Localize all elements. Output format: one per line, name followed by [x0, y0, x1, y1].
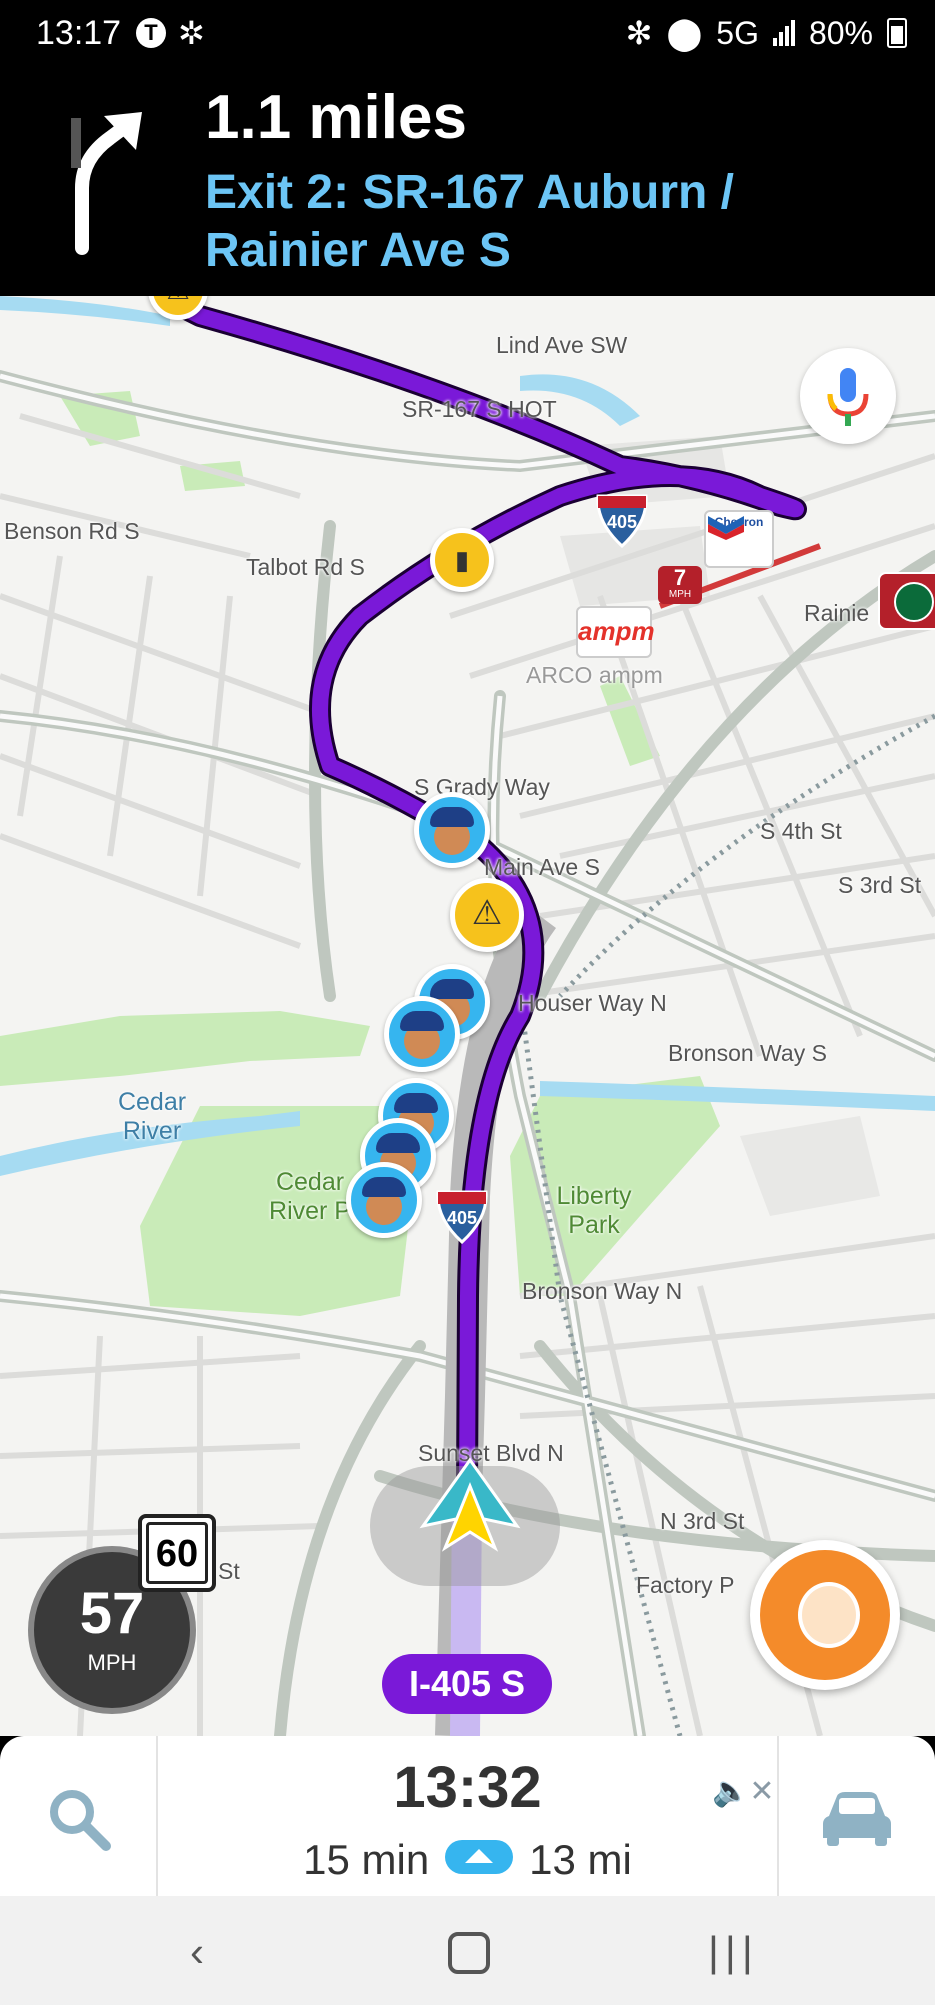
current-road-label: I-405 S	[382, 1654, 552, 1714]
water-label-cedar-river: Cedar River	[117, 1088, 187, 1145]
street-label-n3rd: N 3rd St	[660, 1508, 745, 1534]
instruction-banner[interactable]: 1.1 miles Exit 2: SR-167 Auburn / Rainie…	[0, 72, 935, 296]
signal-icon	[772, 20, 795, 46]
police-report-icon[interactable]	[414, 792, 490, 868]
speed-limit-sign: 60	[138, 1514, 216, 1592]
status-right: ✻ ⬤ 5G 80%	[626, 14, 907, 52]
street-label-bronson-s: Bronson Way S	[668, 1040, 827, 1066]
i405-shield-icon: 405	[596, 494, 648, 548]
trip-distance: 13 mi	[529, 1836, 632, 1883]
home-icon[interactable]	[448, 1932, 490, 1974]
search-button[interactable]	[0, 1736, 158, 1896]
street-label-4th: S 4th St	[760, 818, 842, 844]
speed-trap-value: 7	[673, 565, 687, 590]
bluetooth-icon: ✻	[625, 15, 653, 51]
voice-command-button[interactable]	[800, 348, 896, 444]
report-icon	[798, 1582, 860, 1648]
location-icon: ⬤	[666, 15, 703, 51]
speed-trap-unit: MPH	[668, 589, 692, 600]
battery-icon	[887, 18, 907, 48]
car-icon	[823, 1792, 891, 1846]
current-position-arrow-icon	[419, 1457, 521, 1552]
turn-distance: 1.1 miles	[205, 83, 467, 152]
recents-icon[interactable]: |||	[708, 1928, 759, 1976]
map-view[interactable]: Lind Ave SW SR-167 S HOT Benson Rd S Tal…	[0, 296, 935, 1736]
poi-label-arco: ARCO ampm	[526, 662, 663, 688]
system-navigation-bar: ‹ |||	[0, 1896, 935, 2005]
sound-muted-icon[interactable]: 🔈✕	[712, 1774, 775, 1809]
street-label-talbot: Talbot Rd S	[246, 554, 365, 580]
status-time: 13:17	[36, 14, 122, 52]
i405-shield-number: 405	[607, 512, 637, 532]
fan-icon: ✲	[178, 15, 205, 51]
speed-limit-value: 60	[146, 1522, 208, 1584]
search-icon	[50, 1790, 111, 1851]
trip-summary: 15 min 13 mi	[156, 1836, 779, 1884]
street-label-benson: Benson Rd S	[4, 518, 140, 544]
chevron-pin[interactable]: Chevron	[704, 510, 774, 568]
exit-name: Exit 2: SR-167 Auburn / Rainier Ave S	[205, 166, 734, 277]
police-report-icon[interactable]	[384, 996, 460, 1072]
trip-duration: 15 min	[303, 1836, 430, 1883]
street-label-st: St	[218, 1558, 240, 1584]
speed-unit: MPH	[87, 1650, 137, 1675]
ampm-logo-text: ampm	[578, 616, 655, 646]
trip-panel[interactable]: 13:32 🔈✕ 15 min 13 mi	[0, 1736, 935, 1896]
ampm-pin[interactable]: ampm	[576, 606, 655, 658]
street-label-bronson-n: Bronson Way N	[522, 1278, 683, 1304]
street-label-houser: Houser Way N	[518, 990, 667, 1016]
carrier-icon: T	[136, 18, 166, 48]
i405-shield-icon: 405	[436, 1190, 488, 1244]
speed-trap-sign[interactable]: 7 MPH	[658, 566, 702, 604]
street-label-3rd: S 3rd St	[838, 872, 922, 898]
starbucks-pin[interactable]	[878, 572, 935, 630]
report-button-fill	[760, 1550, 890, 1680]
street-label-lind: Lind Ave SW	[496, 332, 628, 358]
road-closure-report-icon[interactable]: ▮	[430, 528, 494, 592]
battery-percent: 80%	[808, 14, 873, 51]
police-report-icon[interactable]	[346, 1162, 422, 1238]
turn-right-arrow-icon	[71, 112, 142, 255]
microphone-icon	[827, 368, 869, 426]
street-label-main: Main Ave S	[484, 854, 600, 880]
network-label: 5G	[716, 14, 759, 51]
starbucks-logo-icon	[894, 582, 934, 622]
street-label-sr167: SR-167 S HOT	[402, 396, 557, 422]
hazard-report-icon[interactable]: ⚠	[450, 878, 524, 952]
back-icon[interactable]: ‹	[190, 1928, 204, 1976]
arrival-time: 13:32	[393, 1755, 542, 1820]
street-label-rainier: Rainie	[804, 600, 870, 626]
expand-route-icon[interactable]	[445, 1839, 514, 1874]
report-button[interactable]	[750, 1540, 900, 1690]
i405-shield-number: 405	[447, 1208, 477, 1228]
chevron-logo-icon	[708, 516, 744, 540]
status-bar: 13:17 T ✲ ✻ ⬤ 5G 80%	[0, 0, 935, 72]
park-label-liberty: Liberty Park	[556, 1182, 632, 1239]
street-label-factory: Factory P	[636, 1572, 735, 1598]
vehicle-menu-button[interactable]	[777, 1736, 935, 1896]
